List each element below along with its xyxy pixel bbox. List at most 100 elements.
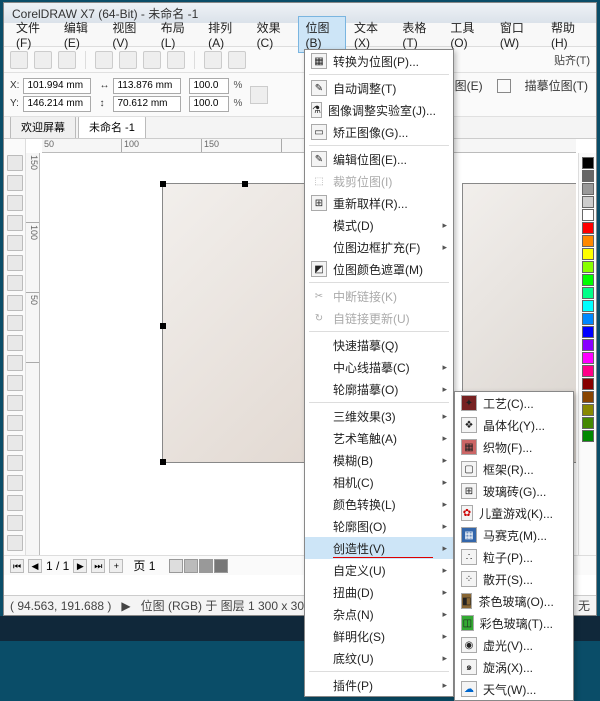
swatch[interactable]	[184, 559, 198, 573]
tool-6[interactable]	[7, 275, 23, 291]
tool-4[interactable]	[7, 235, 23, 251]
menu-7[interactable]: 文本(X)	[346, 16, 394, 53]
menu-camera[interactable]: 相机(C)▸	[305, 471, 453, 493]
tool-16[interactable]	[7, 475, 23, 491]
tab-document[interactable]: 未命名 -1	[78, 115, 146, 138]
paste-icon[interactable]	[167, 51, 185, 69]
sy-input[interactable]	[189, 96, 229, 112]
page-last-icon[interactable]: ⏭	[91, 559, 105, 573]
tool-8[interactable]	[7, 315, 23, 331]
tool-10[interactable]	[7, 355, 23, 371]
page-prev-icon[interactable]: ◀	[28, 559, 42, 573]
menu-4[interactable]: 排列(A)	[200, 16, 248, 53]
selected-bitmap[interactable]	[162, 183, 322, 463]
tool-1[interactable]	[7, 175, 23, 191]
color-swatch[interactable]	[582, 417, 594, 429]
menu-auto-adjust[interactable]: ✎自动调整(T)	[305, 77, 453, 99]
tool-7[interactable]	[7, 295, 23, 311]
menu-convert-to-bitmap[interactable]: ▦转换为位图(P)...	[305, 50, 453, 72]
color-swatch[interactable]	[582, 378, 594, 390]
color-swatch[interactable]	[582, 222, 594, 234]
color-swatch[interactable]	[582, 248, 594, 260]
tool-11[interactable]	[7, 375, 23, 391]
color-swatch[interactable]	[582, 313, 594, 325]
tool-14[interactable]	[7, 435, 23, 451]
menu-art-strokes[interactable]: 艺术笔触(A)▸	[305, 427, 453, 449]
menu-contour[interactable]: 轮廓图(O)▸	[305, 515, 453, 537]
tool-18[interactable]	[7, 515, 23, 531]
tool-12[interactable]	[7, 395, 23, 411]
redo-icon[interactable]	[228, 51, 246, 69]
sub-kids-play[interactable]: ✿儿童游戏(K)...	[455, 502, 573, 524]
swatch[interactable]	[169, 559, 183, 573]
sub-fabric[interactable]: ▦织物(F)...	[455, 436, 573, 458]
menu-mode[interactable]: 模式(D)▸	[305, 214, 453, 236]
sub-crystallize[interactable]: ❖晶体化(Y)...	[455, 414, 573, 436]
color-swatch[interactable]	[582, 170, 594, 182]
undo-icon[interactable]	[204, 51, 222, 69]
color-swatch[interactable]	[582, 430, 594, 442]
menu-5[interactable]: 效果(C)	[249, 16, 298, 53]
tool-9[interactable]	[7, 335, 23, 351]
menu-11[interactable]: 帮助(H)	[543, 16, 592, 53]
nav-icon[interactable]: ▶	[121, 599, 130, 613]
menu-outline-trace[interactable]: 轮廓描摹(O)▸	[305, 378, 453, 400]
swatch[interactable]	[199, 559, 213, 573]
color-swatch[interactable]	[582, 352, 594, 364]
menu-image-lab[interactable]: ⚗图像调整实验室(J)...	[305, 99, 453, 121]
sub-mosaic[interactable]: ▦马赛克(M)...	[455, 524, 573, 546]
color-swatch[interactable]	[582, 261, 594, 273]
new-icon[interactable]	[10, 51, 28, 69]
tool-0[interactable]	[7, 155, 23, 171]
sub-vignette[interactable]: ◉虚光(V)...	[455, 634, 573, 656]
sub-craft[interactable]: ✦工艺(C)...	[455, 392, 573, 414]
color-swatch[interactable]	[582, 391, 594, 403]
save-icon[interactable]	[58, 51, 76, 69]
lock-icon[interactable]	[250, 86, 268, 104]
menu-8[interactable]: 表格(T)	[394, 16, 442, 53]
menu-noise[interactable]: 杂点(N)▸	[305, 603, 453, 625]
print-icon[interactable]	[95, 51, 113, 69]
color-swatch[interactable]	[582, 404, 594, 416]
menu-10[interactable]: 窗口(W)	[492, 16, 543, 53]
sub-frame[interactable]: ▢框架(R)...	[455, 458, 573, 480]
tool-19[interactable]	[7, 535, 23, 551]
menu-plugins[interactable]: 插件(P)▸	[305, 674, 453, 696]
sub-stained-glass[interactable]: ◫彩色玻璃(T)...	[455, 612, 573, 634]
menu-edit-bitmap[interactable]: ✎编辑位图(E)...	[305, 148, 453, 170]
menu-color-mask[interactable]: ◩位图颜色遮罩(M)	[305, 258, 453, 280]
w-input[interactable]	[113, 78, 181, 94]
color-swatch[interactable]	[582, 235, 594, 247]
menu-1[interactable]: 编辑(E)	[56, 16, 104, 53]
menu-3[interactable]: 布局(L)	[153, 16, 200, 53]
menu-0[interactable]: 文件(F)	[8, 16, 56, 53]
menu-custom[interactable]: 自定义(U)▸	[305, 559, 453, 581]
tool-2[interactable]	[7, 195, 23, 211]
sub-vortex[interactable]: ๑旋涡(X)...	[455, 656, 573, 678]
trace-bitmap-button[interactable]: 描摹位图(T)	[525, 77, 588, 94]
sub-weather[interactable]: ☁天气(W)...	[455, 678, 573, 700]
tool-5[interactable]	[7, 255, 23, 271]
swatch[interactable]	[214, 559, 228, 573]
color-swatch[interactable]	[582, 274, 594, 286]
tool-15[interactable]	[7, 455, 23, 471]
menu-blur[interactable]: 模糊(B)▸	[305, 449, 453, 471]
sx-input[interactable]	[189, 78, 229, 94]
color-swatch[interactable]	[582, 196, 594, 208]
snap-label[interactable]: 贴齐(T)	[554, 52, 590, 68]
menu-creative[interactable]: 创造性(V)▸	[305, 537, 453, 559]
y-input[interactable]	[23, 96, 91, 112]
tool-3[interactable]	[7, 215, 23, 231]
page-first-icon[interactable]: ⏮	[10, 559, 24, 573]
sub-particles[interactable]: ∴粒子(P)...	[455, 546, 573, 568]
tool-13[interactable]	[7, 415, 23, 431]
color-swatch[interactable]	[582, 287, 594, 299]
color-swatch[interactable]	[582, 209, 594, 221]
color-swatch[interactable]	[582, 365, 594, 377]
menu-distort[interactable]: 扭曲(D)▸	[305, 581, 453, 603]
color-swatch[interactable]	[582, 157, 594, 169]
menu-texture[interactable]: 底纹(U)▸	[305, 647, 453, 669]
menu-sharpen[interactable]: 鲜明化(S)▸	[305, 625, 453, 647]
page-add-icon[interactable]: +	[109, 559, 123, 573]
menu-centerline-trace[interactable]: 中心线描摹(C)▸	[305, 356, 453, 378]
